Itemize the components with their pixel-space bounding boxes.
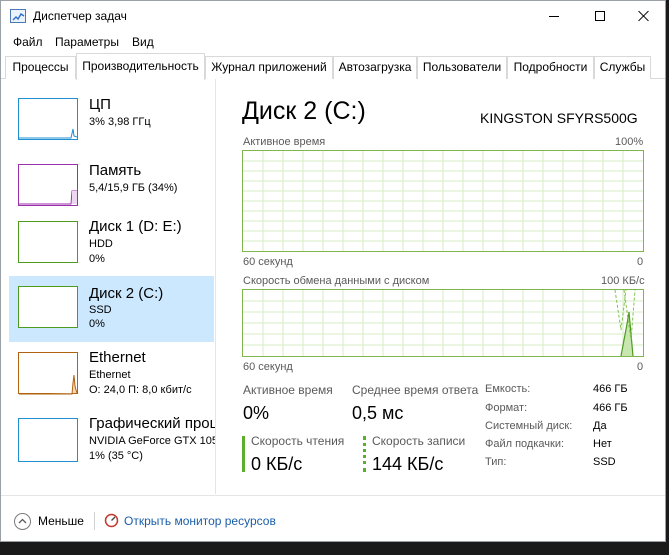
maximize-icon — [595, 11, 605, 21]
tab-startup[interactable]: Автозагрузка — [333, 56, 417, 79]
page-file-label: Файл подкачки: — [485, 438, 565, 450]
resource-usage: 0% — [89, 318, 105, 330]
resource-gpu[interactable]: Графический процессор NVIDIA GeForce GTX… — [9, 410, 216, 476]
ethernet-thumbnail-graph — [18, 352, 78, 395]
read-speed-value: 0 КБ/с — [251, 454, 303, 474]
resource-monitor-icon[interactable] — [104, 513, 119, 528]
resource-detail: 5,4/15,9 ГБ (34%) — [89, 182, 178, 194]
avg-response-label: Среднее время ответа — [352, 383, 479, 397]
resource-cpu[interactable]: ЦП 3% 3,98 ГГц — [9, 91, 214, 157]
footer: Меньше Открыть монитор ресурсов — [1, 495, 665, 541]
disk-title: Диск 2 (C:) — [242, 97, 366, 125]
formatted-label: Формат: — [485, 402, 528, 414]
gpu-thumbnail-graph — [18, 418, 78, 462]
transfer-rate-graph-label: Скорость обмена данными с диском — [243, 275, 430, 287]
close-button[interactable] — [621, 1, 665, 31]
title-bar[interactable]: Диспетчер задач — [1, 1, 665, 31]
open-resource-monitor-link[interactable]: Открыть монитор ресурсов — [124, 514, 276, 528]
active-time-graph — [242, 150, 644, 252]
write-speed-value: 144 КБ/с — [372, 454, 444, 474]
graph-grid — [243, 290, 643, 356]
task-manager-window: Диспетчер задач Файл Параметры Вид Проце… — [0, 0, 666, 542]
resource-ethernet[interactable]: Ethernet Ethernet О: 24,0 П: 8,0 кбит/с — [9, 344, 214, 410]
resource-disk-2[interactable]: Диск 2 (C:) SSD 0% — [9, 276, 214, 342]
transfer-rate-graph — [242, 289, 644, 357]
fewer-details-button[interactable]: Меньше — [38, 514, 84, 528]
chevron-up-icon[interactable] — [14, 513, 31, 530]
type-value: SSD — [593, 456, 616, 468]
task-manager-app-icon — [10, 9, 26, 23]
resource-throughput: О: 24,0 П: 8,0 кбит/с — [89, 384, 192, 396]
resource-disk-1[interactable]: Диск 1 (D: E:) HDD 0% — [9, 213, 214, 279]
avg-response-value: 0,5 мс — [352, 403, 404, 423]
transfer-rate-graph-max: 100 КБ/с — [601, 275, 645, 287]
transfer-rate-graph-min: 0 — [637, 361, 644, 373]
tab-bar: Процессы Производительность Журнал прило… — [1, 53, 665, 80]
tab-app-history[interactable]: Журнал приложений — [205, 56, 333, 79]
active-time-label: Активное время — [243, 383, 333, 397]
menu-options[interactable]: Параметры — [55, 35, 119, 49]
type-label: Тип: — [485, 456, 507, 468]
disk-1-thumbnail-graph — [18, 221, 78, 263]
resource-detail: NVIDIA GeForce GTX 1050 — [89, 435, 216, 447]
active-time-graph-label: Активное время — [243, 136, 326, 148]
read-speed-legend-bar — [242, 436, 245, 472]
transfer-rate-graph-duration: 60 секунд — [243, 361, 293, 373]
footer-separator — [94, 512, 95, 530]
menu-view[interactable]: Вид — [132, 35, 154, 49]
tab-services[interactable]: Службы — [594, 56, 651, 79]
resource-usage: 0% — [89, 253, 105, 265]
active-time-value: 0% — [243, 403, 270, 423]
active-time-graph-min: 0 — [637, 256, 644, 268]
resource-detail: Ethernet — [89, 369, 131, 381]
cpu-thumbnail-graph — [18, 98, 78, 140]
resource-type: SSD — [89, 304, 112, 316]
window-title: Диспетчер задач — [33, 9, 127, 23]
disk-model: KINGSTON SFYRS500G — [480, 110, 638, 126]
tab-processes[interactable]: Процессы — [5, 56, 76, 79]
minimize-icon — [549, 16, 559, 17]
tab-performance[interactable]: Производительность — [76, 53, 205, 80]
resource-usage: 1% (35 °C) — [89, 450, 143, 462]
memory-thumbnail-graph — [18, 164, 78, 206]
write-speed-legend-bar — [363, 436, 366, 472]
tab-details[interactable]: Подробности — [507, 56, 594, 79]
tab-users[interactable]: Пользователи — [417, 56, 507, 79]
write-speed-label: Скорость записи — [372, 434, 466, 448]
page-file-value: Нет — [593, 438, 612, 450]
resource-name: Диск 2 (C:) — [89, 285, 164, 302]
resource-name: Графический процессор — [89, 415, 216, 432]
system-disk-value: Да — [593, 420, 607, 432]
capacity-value: 466 ГБ — [593, 383, 628, 395]
resource-name: Ethernet — [89, 349, 146, 366]
menu-file[interactable]: Файл — [13, 35, 43, 49]
maximize-button[interactable] — [577, 1, 623, 31]
minimize-button[interactable] — [531, 1, 577, 31]
resource-list: ЦП 3% 3,98 ГГц Память 5,4/15,9 ГБ (34%) … — [1, 79, 216, 494]
active-time-graph-max: 100% — [615, 136, 644, 148]
disk-2-thumbnail-graph — [18, 286, 78, 328]
read-speed-label: Скорость чтения — [251, 434, 345, 448]
resource-name: Диск 1 (D: E:) — [89, 218, 182, 235]
resource-type: HDD — [89, 238, 113, 250]
menu-bar: Файл Параметры Вид — [1, 32, 665, 52]
resource-name: ЦП — [89, 96, 111, 113]
formatted-value: 466 ГБ — [593, 402, 628, 414]
resource-name: Память — [89, 162, 142, 179]
capacity-label: Емкость: — [485, 383, 531, 395]
active-time-graph-duration: 60 секунд — [243, 256, 293, 268]
graph-grid — [243, 151, 643, 251]
resource-detail: 3% 3,98 ГГц — [89, 116, 151, 128]
system-disk-label: Системный диск: — [485, 420, 573, 432]
